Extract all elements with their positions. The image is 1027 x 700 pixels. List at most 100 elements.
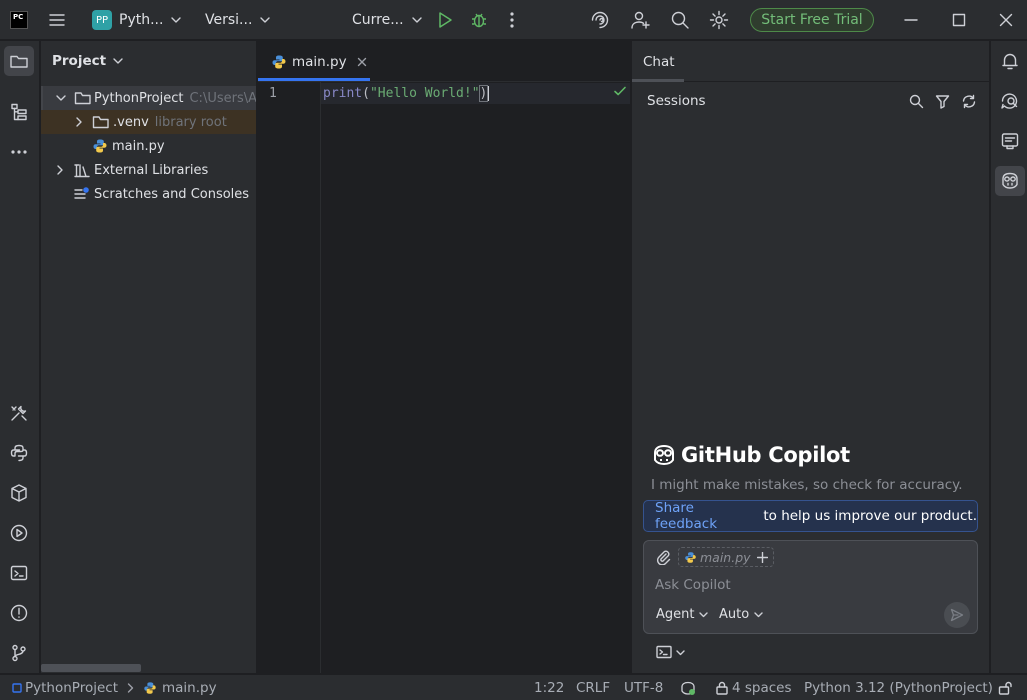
tree-path-hint: C:\Users\A bbox=[189, 90, 257, 106]
copilot-status-button[interactable] bbox=[680, 675, 696, 700]
bell-icon bbox=[1002, 53, 1018, 70]
run-tool-button[interactable] bbox=[4, 518, 34, 548]
cube-gear-icon bbox=[11, 484, 27, 502]
folder-icon bbox=[74, 92, 91, 105]
unlock-icon bbox=[998, 681, 1012, 695]
breadcrumb-file[interactable]: main.py bbox=[162, 680, 217, 696]
add-user-button[interactable] bbox=[630, 0, 652, 40]
notifications-button[interactable] bbox=[995, 46, 1025, 76]
active-tab-indicator bbox=[258, 78, 370, 81]
code-paren: ) bbox=[478, 85, 489, 102]
run-button[interactable] bbox=[436, 0, 454, 40]
python-console-button[interactable] bbox=[4, 478, 34, 508]
line-ending[interactable]: CRLF bbox=[576, 675, 610, 700]
chat-input-box[interactable]: main.py Ask Copilot Agent Auto bbox=[643, 540, 978, 634]
structure-icon bbox=[11, 103, 27, 121]
line-number: 1 bbox=[269, 86, 277, 101]
vcs-widget[interactable]: Versi... bbox=[205, 0, 271, 40]
code-line[interactable]: print("Hello World!") bbox=[323, 85, 490, 102]
copilot-chat-button[interactable] bbox=[995, 166, 1025, 196]
project-panel-header[interactable]: Project bbox=[52, 41, 123, 81]
module-icon bbox=[12, 683, 22, 693]
spiral-icon bbox=[591, 11, 609, 29]
search-icon[interactable] bbox=[909, 94, 924, 109]
close-icon[interactable] bbox=[357, 57, 367, 67]
folder-icon bbox=[10, 55, 28, 68]
search-icon bbox=[671, 11, 689, 29]
indent-lock-icon bbox=[716, 681, 728, 695]
breadcrumb: PythonProject main.py bbox=[12, 675, 217, 700]
run-config-selector[interactable]: Curre... bbox=[352, 0, 422, 40]
filter-icon[interactable] bbox=[935, 94, 950, 109]
plus-icon[interactable] bbox=[756, 551, 768, 563]
tree-row-external-libraries[interactable]: External Libraries bbox=[41, 158, 256, 182]
send-button[interactable] bbox=[944, 602, 970, 628]
python-file-icon bbox=[685, 551, 696, 563]
chat-tab[interactable]: Chat bbox=[643, 41, 675, 82]
readonly-toggle[interactable] bbox=[998, 675, 1012, 700]
minimize-button[interactable] bbox=[904, 0, 918, 40]
share-feedback-link[interactable]: Share feedback bbox=[655, 500, 759, 532]
indent-setting[interactable]: 4 spaces bbox=[715, 675, 792, 700]
model-dropdown[interactable]: Auto bbox=[719, 607, 763, 622]
tree-label: Scratches and Consoles bbox=[94, 186, 250, 202]
chevron-right-icon bbox=[127, 683, 134, 693]
more-actions-button[interactable] bbox=[505, 0, 519, 40]
tree-row-pythonproject[interactable]: PythonProject C:\Users\A bbox=[41, 86, 257, 110]
context-file-chip[interactable]: main.py bbox=[678, 547, 774, 567]
git-tool-button[interactable] bbox=[4, 638, 34, 668]
chevron-down-icon bbox=[171, 17, 182, 23]
settings-button[interactable] bbox=[709, 0, 729, 40]
chevron-down-icon bbox=[699, 612, 709, 618]
agent-mode-dropdown[interactable]: Agent bbox=[656, 607, 709, 622]
chevron-down-icon bbox=[411, 17, 422, 23]
terminal-tool-button[interactable] bbox=[4, 558, 34, 588]
main-menu-button[interactable] bbox=[47, 0, 67, 40]
tree-row-scratches[interactable]: Scratches and Consoles bbox=[41, 182, 256, 206]
python-packages-button[interactable] bbox=[4, 438, 34, 468]
terminal-icon bbox=[10, 565, 28, 581]
terminal-icon bbox=[656, 645, 672, 659]
chat-panel: Chat Sessions GitHub Copilot I might mak… bbox=[631, 41, 989, 673]
tree-row-main-py[interactable]: main.py bbox=[41, 134, 256, 158]
project-tool-button[interactable] bbox=[4, 46, 34, 76]
hamburger-icon bbox=[49, 14, 65, 26]
debug-button[interactable] bbox=[470, 0, 488, 40]
text-caret bbox=[487, 86, 490, 101]
trial-button-label: Start Free Trial bbox=[761, 12, 863, 28]
terminal-mode-toggle[interactable] bbox=[656, 645, 685, 659]
breadcrumb-project[interactable]: PythonProject bbox=[25, 680, 118, 696]
ai-assistant-button[interactable] bbox=[590, 0, 610, 40]
services-tool-button[interactable] bbox=[4, 398, 34, 428]
python-interpreter[interactable]: Python 3.12 (PythonProject) bbox=[804, 675, 993, 700]
search-everywhere-button[interactable] bbox=[670, 0, 690, 40]
maximize-button[interactable] bbox=[952, 0, 966, 40]
editor-tab-main-py[interactable]: main.py bbox=[258, 41, 370, 82]
chevron-down-icon bbox=[113, 58, 123, 64]
scratches-icon bbox=[74, 187, 89, 199]
send-icon bbox=[950, 608, 964, 622]
problems-tool-button[interactable] bbox=[4, 598, 34, 628]
close-window-button[interactable] bbox=[999, 0, 1013, 40]
app-logo: PC bbox=[10, 0, 28, 40]
feedback-text: to help us improve our product. bbox=[759, 508, 977, 524]
feedback-banner: Share feedback to help us improve our pr… bbox=[643, 500, 978, 532]
horizontal-scrollbar[interactable] bbox=[41, 664, 141, 672]
paperclip-icon[interactable] bbox=[655, 549, 671, 565]
ai-chat-button[interactable] bbox=[995, 86, 1025, 116]
chat-search-icon bbox=[1001, 93, 1018, 109]
refresh-icon[interactable] bbox=[961, 94, 977, 109]
tree-row-venv[interactable]: .venv library root bbox=[41, 110, 256, 134]
copilot-completions-button[interactable] bbox=[995, 126, 1025, 156]
left-tool-strip bbox=[0, 41, 40, 673]
caret-position[interactable]: 1:22 bbox=[534, 675, 564, 700]
start-free-trial-button[interactable]: Start Free Trial bbox=[750, 8, 874, 32]
horizontal-dots-icon bbox=[11, 150, 27, 154]
project-switcher[interactable]: PP Pyth... bbox=[92, 0, 182, 40]
more-tool-windows-button[interactable] bbox=[4, 137, 34, 167]
file-encoding[interactable]: UTF-8 bbox=[624, 675, 663, 700]
bug-icon bbox=[472, 13, 486, 28]
structure-tool-button[interactable] bbox=[4, 97, 34, 127]
chevron-right-icon bbox=[57, 165, 63, 175]
check-icon bbox=[614, 86, 626, 96]
